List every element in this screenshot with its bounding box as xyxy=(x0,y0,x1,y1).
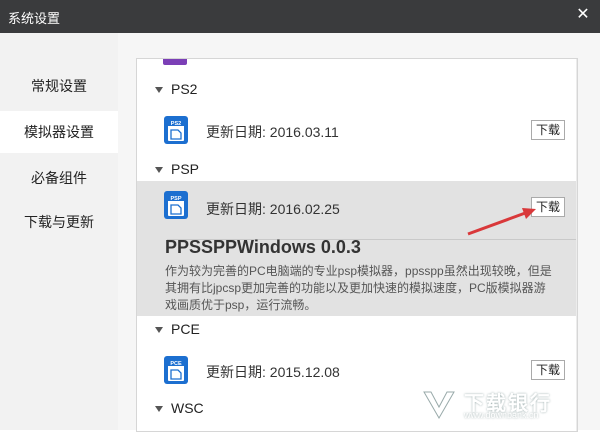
watermark-url: www.downbank.cn xyxy=(464,410,539,420)
logo-icon xyxy=(423,391,455,420)
sidebar-item-components[interactable]: 必备组件 xyxy=(0,157,118,199)
category-wsc[interactable]: WSC xyxy=(155,400,204,416)
file-icon-label: PS2 xyxy=(171,121,181,127)
category-psp[interactable]: PSP xyxy=(155,161,199,177)
file-icon: PSP xyxy=(164,191,188,219)
sidebar-item-download-update[interactable]: 下载与更新 xyxy=(0,201,118,243)
main-area: PS2 PS2 更新日期: 2016.03.11 下载 PSP PSP 更新日期… xyxy=(118,33,600,432)
file-icon: PCE xyxy=(164,356,188,384)
watermark: 下载银行 www.downbank.cn xyxy=(422,388,592,424)
emulator-name: PPSSPPWindows 0.0.3 xyxy=(165,237,361,257)
psp-expanded-item[interactable]: PSP 更新日期: 2016.02.25 下载 PPSSPPWindows 0.… xyxy=(137,181,577,316)
category-ps2[interactable]: PS2 xyxy=(155,81,197,97)
chevron-down-icon xyxy=(155,406,163,413)
list-item: PSP 更新日期: 2016.02.25 下载 xyxy=(137,181,577,225)
chevron-down-icon xyxy=(155,327,163,334)
list-item: PS2 更新日期: 2016.03.11 下载 xyxy=(137,108,577,152)
update-date: 更新日期: 2016.03.11 xyxy=(206,124,339,140)
chevron-down-icon xyxy=(155,167,163,174)
update-date: 更新日期: 2015.12.08 xyxy=(206,364,340,380)
title-bar: 系统设置 ✕ xyxy=(0,0,600,33)
file-icon xyxy=(163,59,187,65)
emulator-description: 作为较为完善的PC电脑端的专业psp模拟器，ppsspp虽然出现较晚，但是其拥有… xyxy=(165,264,552,312)
file-icon-label: PCE xyxy=(170,361,182,367)
category-wsc-label: WSC xyxy=(171,400,204,416)
download-button[interactable]: 下载 xyxy=(531,197,565,217)
emulator-list-panel: PS2 PS2 更新日期: 2016.03.11 下载 PSP PSP 更新日期… xyxy=(136,58,578,432)
file-icon: PS2 xyxy=(164,116,188,144)
scrollbar-thumb[interactable] xyxy=(577,264,578,344)
sidebar-item-emulator[interactable]: 模拟器设置 xyxy=(0,111,118,153)
category-ps2-label: PS2 xyxy=(171,81,198,97)
sidebar: 常规设置 模拟器设置 必备组件 下载与更新 xyxy=(0,33,118,430)
category-pce-label: PCE xyxy=(171,321,200,337)
scrollbar-track[interactable] xyxy=(576,59,577,431)
download-button[interactable]: 下载 xyxy=(531,360,565,380)
download-button[interactable]: 下载 xyxy=(531,120,565,140)
close-icon[interactable]: ✕ xyxy=(574,6,592,24)
file-icon-label: PSP xyxy=(170,196,181,202)
category-pce[interactable]: PCE xyxy=(155,321,200,337)
window-title: 系统设置 xyxy=(8,11,61,26)
category-psp-label: PSP xyxy=(171,161,200,177)
sidebar-item-general[interactable]: 常规设置 xyxy=(0,65,118,107)
update-date: 更新日期: 2016.02.25 xyxy=(206,201,340,217)
list-item: PCE 更新日期: 2015.12.08 下载 xyxy=(137,348,577,392)
chevron-down-icon xyxy=(155,87,163,94)
